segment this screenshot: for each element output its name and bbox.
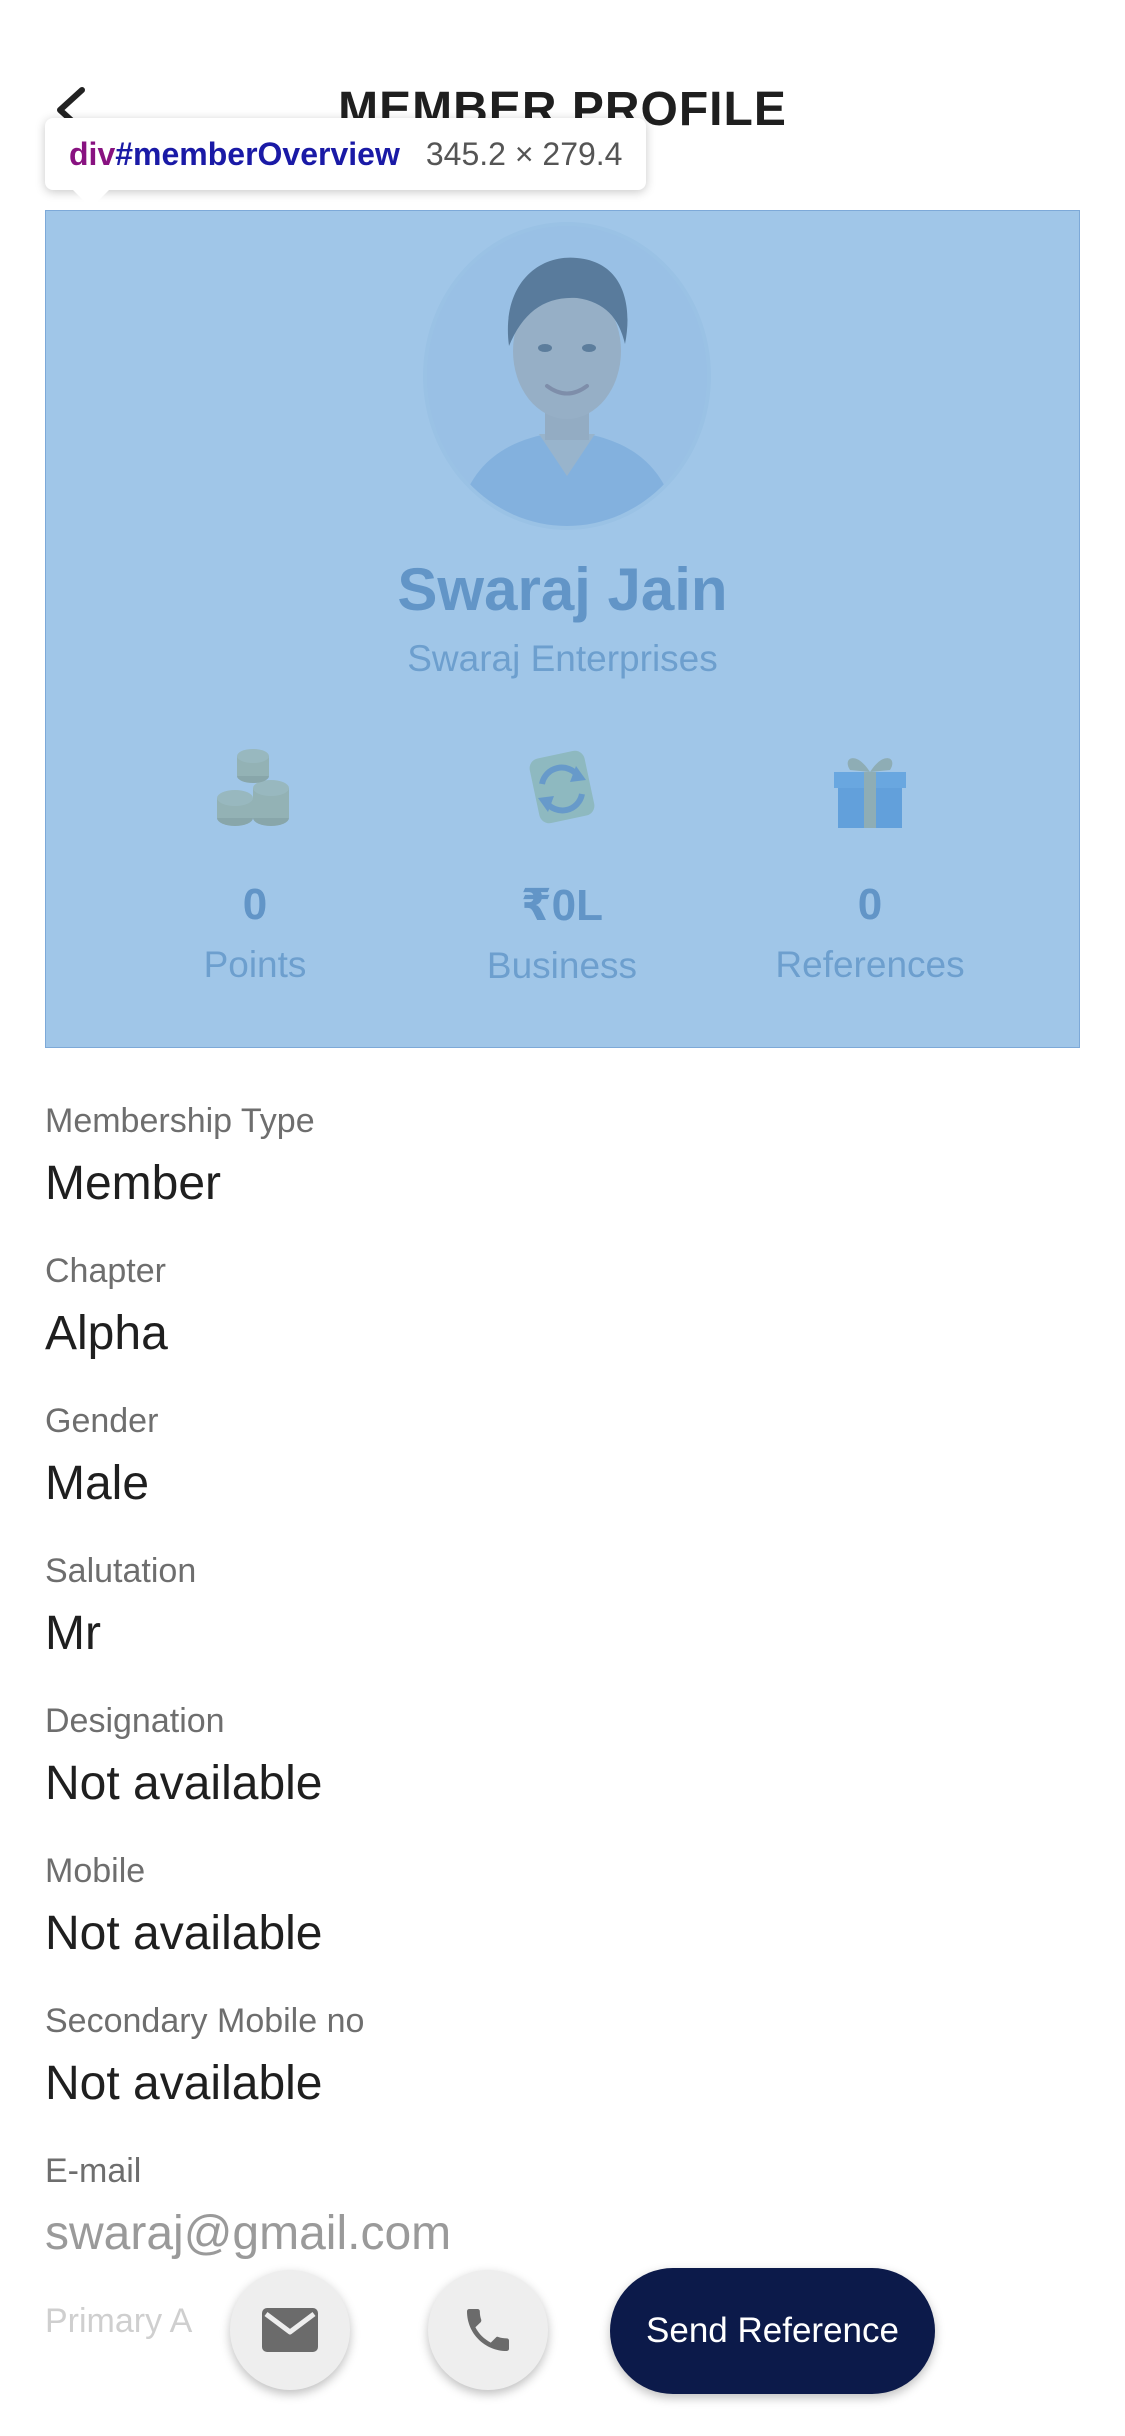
field-value: Not available [45,2057,323,2110]
company-name: Swaraj Enterprises [407,638,718,679]
field-value: Member [45,1157,222,1210]
avatar [423,222,711,530]
stat-points: 0 Points [105,740,405,986]
exchange-icon [512,740,612,840]
field-value: Alpha [45,1307,168,1360]
field-label: Gender [45,1402,159,1440]
field-membership-type: Membership Type Member [45,1100,1080,1250]
field-label: Salutation [45,1552,197,1590]
email-button[interactable] [230,2270,350,2390]
send-reference-button[interactable]: Send Reference [610,2268,935,2394]
field-value: Not available [45,1757,323,1810]
phone-icon [467,2309,509,2351]
field-value: Mr [45,1607,101,1660]
field-value: Not available [45,1907,323,1960]
member-name: Swaraj Jain [397,556,728,623]
field-label: Mobile [45,1852,146,1890]
devtools-id: #memberOverview [115,135,400,172]
call-button[interactable] [428,2270,548,2390]
field-label: Secondary Mobile no [45,2002,365,2040]
stat-business: ₹0L Business [412,740,712,987]
field-email: E-mail swaraj@gmail.com [45,2150,1080,2300]
field-label: E-mail [45,2152,142,2190]
business-value: ₹0L [521,881,603,930]
field-value: Male [45,1457,150,1510]
field-label: Membership Type [45,1102,315,1140]
field-chapter: Chapter Alpha [45,1250,1080,1400]
field-gender: Gender Male [45,1400,1080,1550]
devtools-tooltip: div #memberOverview 345.2 × 279.4 [45,118,647,208]
field-designation: Designation Not available [45,1700,1080,1850]
field-secondary-mobile: Secondary Mobile no Not available [45,2000,1080,2150]
field-label: Designation [45,1702,225,1740]
gift-icon [820,740,920,840]
member-details: Membership Type Member Chapter Alpha Gen… [45,1100,1080,2436]
avatar-photo [427,226,707,526]
email-value[interactable]: swaraj@gmail.com [45,2206,1080,2262]
field-mobile: Mobile Not available [45,1850,1080,2000]
references-value: 0 [857,880,883,929]
references-label: References [775,944,965,985]
field-salutation: Salutation Mr [45,1550,1080,1700]
points-value: 0 [242,880,268,929]
coins-icon [205,740,305,840]
business-label: Business [486,945,638,986]
member-overview: Swaraj Jain Swaraj Enterprises 0 Points [45,210,1080,1048]
stat-references: 0 References [720,740,1020,986]
points-label: Points [203,944,307,985]
devtools-tag: div [69,135,116,172]
member-profile-screen: MEMBER PROFILE div #memberOverview 345.2… [0,0,1125,2436]
mail-icon [262,2308,318,2352]
field-label: Chapter [45,1252,166,1290]
devtools-dims: 345.2 × 279.4 [425,135,623,172]
